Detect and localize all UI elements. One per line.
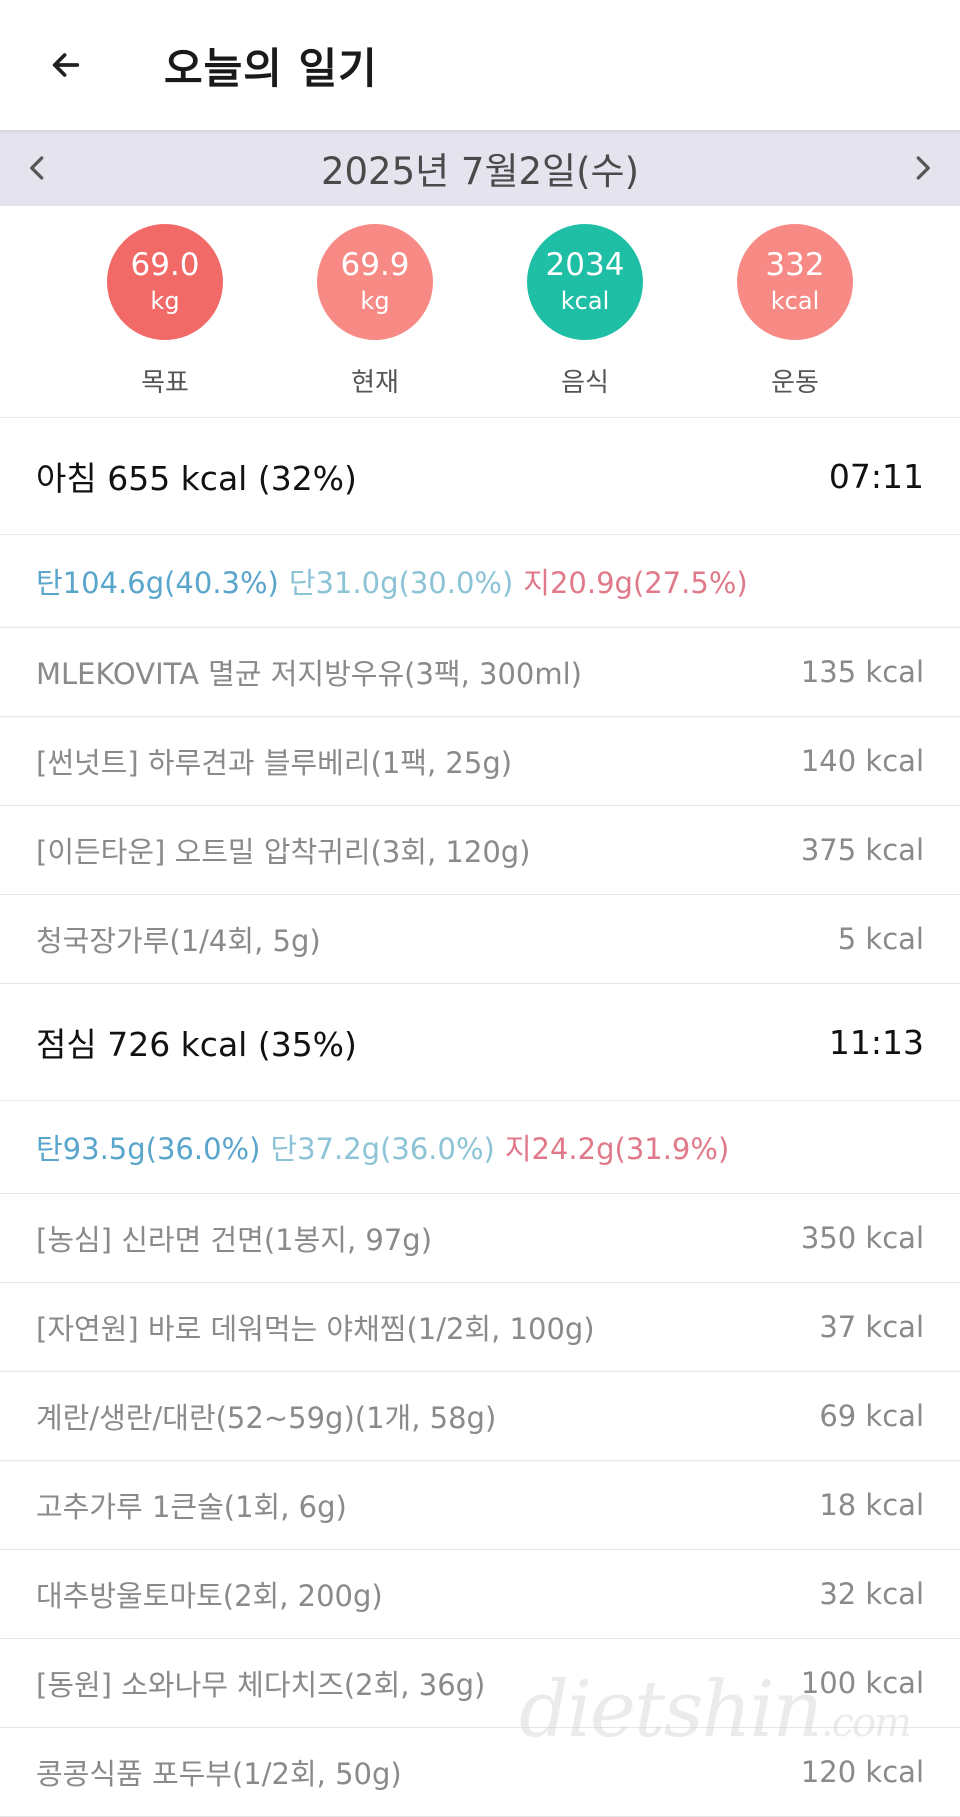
fat-value: 지24.2g(31.9%) bbox=[504, 1132, 730, 1166]
food-kcal: 375 kcal bbox=[800, 833, 924, 867]
stat-label: 현재 bbox=[351, 368, 399, 398]
food-name: [썬넛트] 하루견과 블루베리(1팩, 25g) bbox=[36, 746, 513, 780]
food-name: 대추방울토마토(2회, 200g) bbox=[36, 1579, 383, 1613]
macro-breakdown: 탄93.5g(36.0%) 단37.2g(36.0%) 지24.2g(31.9%… bbox=[0, 1101, 960, 1194]
stat-exercise-calories[interactable]: 332 kcal 운동 bbox=[705, 224, 885, 417]
food-kcal: 140 kcal bbox=[800, 744, 924, 778]
food-kcal: 120 kcal bbox=[800, 1755, 924, 1789]
food-name: MLEKOVITA 멸균 저지방우유(3팩, 300ml) bbox=[36, 657, 582, 691]
meal-time: 07:11 bbox=[828, 456, 924, 496]
meal-section-lunch: 점심 726 kcal (35%) 11:13 탄93.5g(36.0%) 단3… bbox=[0, 984, 960, 1817]
food-item[interactable]: 계란/생란/대란(52~59g)(1개, 58g) 69 kcal bbox=[0, 1372, 960, 1461]
stat-value: 69.0 bbox=[130, 247, 200, 283]
food-kcal: 5 kcal bbox=[837, 922, 924, 956]
fat-value: 지20.9g(27.5%) bbox=[523, 566, 748, 600]
page-title: 오늘의 일기 bbox=[164, 43, 378, 93]
prev-date-button[interactable] bbox=[20, 150, 56, 186]
food-item[interactable]: [이든타운] 오트밀 압착귀리(3회, 120g) 375 kcal bbox=[0, 806, 960, 895]
food-item[interactable]: [자연원] 바로 데워먹는 야채찜(1/2회, 100g) 37 kcal bbox=[0, 1283, 960, 1372]
stat-value: 69.9 bbox=[340, 247, 410, 283]
stat-value: 2034 bbox=[545, 247, 625, 283]
current-date[interactable]: 2025년 7월2일(수) bbox=[321, 141, 639, 195]
food-name: 계란/생란/대란(52~59g)(1개, 58g) bbox=[36, 1401, 497, 1435]
stat-circle: 69.9 kg bbox=[317, 224, 433, 340]
food-kcal: 350 kcal bbox=[800, 1221, 924, 1255]
stat-unit: kcal bbox=[560, 287, 610, 315]
stat-goal-weight[interactable]: 69.0 kg 목표 bbox=[75, 224, 255, 417]
food-item[interactable]: [동원] 소와나무 체다치즈(2회, 36g) 100 kcal bbox=[0, 1639, 960, 1728]
protein-value: 단37.2g(36.0%) bbox=[270, 1132, 495, 1166]
stat-label: 운동 bbox=[771, 368, 819, 398]
stat-circle: 332 kcal bbox=[737, 224, 853, 340]
food-name: [자연원] 바로 데워먹는 야채찜(1/2회, 100g) bbox=[36, 1312, 595, 1346]
summary-stats: 69.0 kg 목표 69.9 kg 현재 2034 kcal 음식 332 k… bbox=[0, 206, 960, 418]
stat-unit: kg bbox=[360, 287, 390, 315]
stat-unit: kg bbox=[150, 287, 180, 315]
app-bar: 오늘의 일기 bbox=[0, 0, 960, 130]
back-button[interactable] bbox=[36, 35, 96, 95]
food-kcal: 32 kcal bbox=[819, 1577, 924, 1611]
meal-header[interactable]: 아침 655 kcal (32%) 07:11 bbox=[0, 418, 960, 535]
carb-value: 탄104.6g(40.3%) bbox=[36, 566, 279, 600]
stat-label: 음식 bbox=[561, 368, 609, 398]
food-kcal: 18 kcal bbox=[819, 1488, 924, 1522]
meal-title: 아침 655 kcal (32%) bbox=[36, 459, 357, 498]
food-name: [동원] 소와나무 체다치즈(2회, 36g) bbox=[36, 1668, 486, 1702]
stat-circle: 2034 kcal bbox=[527, 224, 643, 340]
food-item[interactable]: [농심] 신라면 건면(1봉지, 97g) 350 kcal bbox=[0, 1194, 960, 1283]
chevron-left-icon bbox=[30, 156, 44, 180]
meal-time: 11:13 bbox=[828, 1022, 924, 1062]
carb-value: 탄93.5g(36.0%) bbox=[36, 1132, 261, 1166]
food-name: 청국장가루(1/4회, 5g) bbox=[36, 924, 321, 958]
arrow-left-icon bbox=[52, 53, 80, 77]
date-navigator: 2025년 7월2일(수) bbox=[0, 130, 960, 206]
stat-label: 목표 bbox=[141, 368, 189, 398]
stat-value: 332 bbox=[765, 247, 825, 283]
food-kcal: 69 kcal bbox=[819, 1399, 924, 1433]
food-item[interactable]: 청국장가루(1/4회, 5g) 5 kcal bbox=[0, 895, 960, 984]
meal-header[interactable]: 점심 726 kcal (35%) 11:13 bbox=[0, 984, 960, 1101]
stat-circle: 69.0 kg bbox=[107, 224, 223, 340]
chevron-right-icon bbox=[916, 156, 930, 180]
food-item[interactable]: 콩콩식품 포두부(1/2회, 50g) 120 kcal bbox=[0, 1728, 960, 1817]
food-item[interactable]: MLEKOVITA 멸균 저지방우유(3팩, 300ml) 135 kcal bbox=[0, 628, 960, 717]
stat-current-weight[interactable]: 69.9 kg 현재 bbox=[285, 224, 465, 417]
food-item[interactable]: 고추가루 1큰술(1회, 6g) 18 kcal bbox=[0, 1461, 960, 1550]
meal-section-breakfast: 아침 655 kcal (32%) 07:11 탄104.6g(40.3%) 단… bbox=[0, 418, 960, 984]
next-date-button[interactable] bbox=[904, 150, 940, 186]
stat-unit: kcal bbox=[770, 287, 820, 315]
food-name: [이든타운] 오트밀 압착귀리(3회, 120g) bbox=[36, 835, 531, 869]
macro-breakdown: 탄104.6g(40.3%) 단31.0g(30.0%) 지20.9g(27.5… bbox=[0, 535, 960, 628]
food-item[interactable]: 대추방울토마토(2회, 200g) 32 kcal bbox=[0, 1550, 960, 1639]
food-name: 고추가루 1큰술(1회, 6g) bbox=[36, 1490, 347, 1524]
food-kcal: 37 kcal bbox=[819, 1310, 924, 1344]
food-name: 콩콩식품 포두부(1/2회, 50g) bbox=[36, 1757, 402, 1791]
food-kcal: 135 kcal bbox=[800, 655, 924, 689]
protein-value: 단31.0g(30.0%) bbox=[288, 566, 514, 600]
food-name: [농심] 신라면 건면(1봉지, 97g) bbox=[36, 1223, 433, 1257]
food-kcal: 100 kcal bbox=[800, 1666, 924, 1700]
food-item[interactable]: [썬넛트] 하루견과 블루베리(1팩, 25g) 140 kcal bbox=[0, 717, 960, 806]
stat-food-calories[interactable]: 2034 kcal 음식 bbox=[495, 224, 675, 417]
meal-title: 점심 726 kcal (35%) bbox=[36, 1025, 357, 1064]
